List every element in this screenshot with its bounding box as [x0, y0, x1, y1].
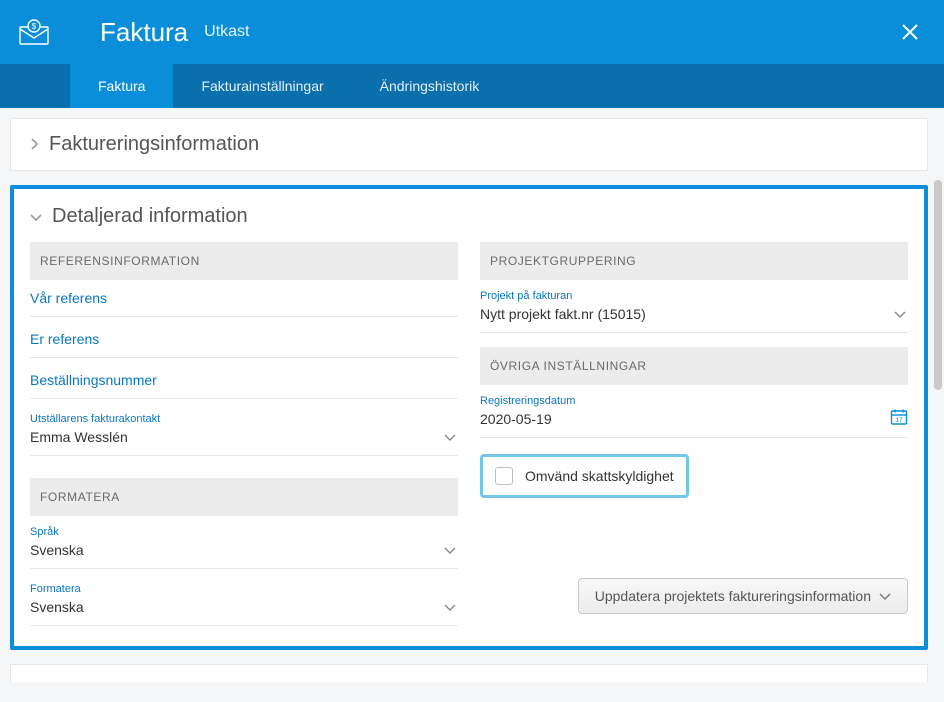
other-settings-section-header: ÖVRIGA INSTÄLLNINGAR — [480, 347, 908, 385]
calendar-icon[interactable]: 17 — [890, 408, 908, 431]
registration-date-field[interactable]: Registreringsdatum 2020-05-19 17 — [480, 395, 908, 438]
our-reference-field[interactable]: Vår referens — [30, 290, 458, 317]
project-value: Nytt projekt fakt.nr (15015) — [480, 306, 646, 322]
update-project-billing-button[interactable]: Uppdatera projektets faktureringsinforma… — [578, 578, 908, 614]
tab-faktura[interactable]: Faktura — [70, 64, 173, 108]
registration-date-label: Registreringsdatum — [480, 395, 908, 407]
format-section-header: FORMATERA — [30, 478, 458, 516]
chevron-down-icon — [444, 429, 456, 447]
chevron-down-icon — [30, 205, 42, 228]
format-value: Svenska — [30, 599, 84, 615]
your-reference-field[interactable]: Er referens — [30, 331, 458, 358]
detailed-info-card: Detaljerad information REFERENSINFORMATI… — [10, 185, 928, 650]
svg-text:$: $ — [32, 22, 37, 31]
issuer-contact-label: Utställarens fakturakontakt — [30, 413, 458, 425]
scrollbar-thumb[interactable] — [934, 180, 942, 390]
right-column: PROJEKTGRUPPERING Projekt på fakturan Ny… — [480, 242, 908, 626]
format-label: Formatera — [30, 583, 458, 595]
billing-info-title: Faktureringsinformation — [49, 133, 259, 156]
issuer-contact-field[interactable]: Utställarens fakturakontakt Emma Wesslén — [30, 413, 458, 456]
detailed-info-title: Detaljerad information — [52, 205, 248, 228]
chevron-down-icon — [444, 599, 456, 617]
chevron-down-icon — [879, 588, 891, 604]
chevron-down-icon — [444, 542, 456, 560]
tab-fakturainstallningar[interactable]: Fakturainställningar — [173, 64, 351, 108]
left-column: REFERENSINFORMATION Vår referens Er refe… — [30, 242, 458, 626]
scrollbar[interactable] — [934, 108, 942, 702]
chevron-down-icon — [894, 306, 906, 324]
issuer-contact-value: Emma Wesslén — [30, 429, 128, 445]
reverse-charge-label: Omvänd skattskyldighet — [525, 468, 674, 484]
detailed-info-header[interactable]: Detaljerad information — [30, 205, 908, 228]
invoice-envelope-icon: $ — [18, 16, 50, 48]
update-button-label: Uppdatera projektets faktureringsinforma… — [595, 588, 871, 604]
next-card-peek — [10, 664, 928, 682]
title-bar: $ Faktura Utkast — [0, 0, 944, 64]
language-label: Språk — [30, 526, 458, 538]
project-label: Projekt på fakturan — [480, 290, 908, 302]
registration-date-value: 2020-05-19 — [480, 411, 552, 427]
language-value: Svenska — [30, 542, 84, 558]
tab-andringshistorik[interactable]: Ändringshistorik — [352, 64, 508, 108]
format-field[interactable]: Formatera Svenska — [30, 583, 458, 626]
billing-info-card[interactable]: Faktureringsinformation — [10, 118, 928, 171]
language-field[interactable]: Språk Svenska — [30, 526, 458, 569]
our-reference-label: Vår referens — [30, 290, 107, 306]
project-on-invoice-field[interactable]: Projekt på fakturan Nytt projekt fakt.nr… — [480, 290, 908, 333]
reverse-charge-checkbox[interactable]: Omvänd skattskyldighet — [480, 454, 689, 498]
close-icon[interactable] — [894, 16, 926, 48]
your-reference-label: Er referens — [30, 331, 99, 347]
svg-text:17: 17 — [895, 417, 903, 424]
chevron-right-icon — [29, 133, 39, 156]
checkbox-icon — [495, 467, 513, 485]
page-status: Utkast — [204, 23, 249, 41]
reference-section-header: REFERENSINFORMATION — [30, 242, 458, 280]
order-number-label: Beställningsnummer — [30, 372, 157, 388]
tab-bar: Faktura Fakturainställningar Ändringshis… — [0, 64, 944, 108]
project-section-header: PROJEKTGRUPPERING — [480, 242, 908, 280]
page-title: Faktura — [100, 17, 188, 48]
order-number-field[interactable]: Beställningsnummer — [30, 372, 458, 399]
